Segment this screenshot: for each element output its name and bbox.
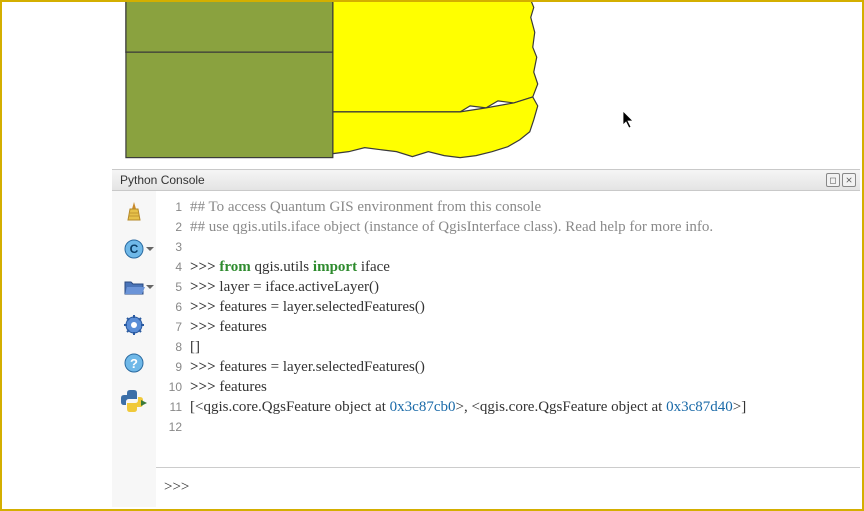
- console-toolbar: C ?: [112, 191, 156, 507]
- line-number: 4: [156, 257, 190, 277]
- console-output-area: 1## To access Quantum GIS environment fr…: [156, 191, 860, 507]
- line-number: 6: [156, 297, 190, 317]
- line-number: 3: [156, 237, 190, 257]
- svg-text:?: ?: [130, 356, 138, 371]
- python-console-titlebar[interactable]: Python Console ◻ ⨯: [112, 169, 860, 191]
- console-line: 4>>> from qgis.utils import iface: [156, 257, 850, 277]
- help-button[interactable]: ?: [120, 349, 148, 377]
- help-icon: ?: [123, 352, 145, 374]
- svg-text:C: C: [130, 242, 139, 256]
- line-number: 5: [156, 277, 190, 297]
- console-line: 1## To access Quantum GIS environment fr…: [156, 197, 850, 217]
- line-content: >>> features: [190, 377, 850, 397]
- console-input-row[interactable]: >>>: [156, 467, 860, 507]
- python-icon: [121, 390, 147, 412]
- feature-unselected-upper: [126, 2, 333, 52]
- line-content: >>> features = layer.selectedFeatures(): [190, 297, 850, 317]
- map-svg: [112, 2, 862, 169]
- console-line: 9>>> features = layer.selectedFeatures(): [156, 357, 850, 377]
- console-line: 8[]: [156, 337, 850, 357]
- console-line: 10>>> features: [156, 377, 850, 397]
- line-number: 8: [156, 337, 190, 357]
- line-number: 12: [156, 417, 190, 437]
- console-line: 6>>> features = layer.selectedFeatures(): [156, 297, 850, 317]
- console-line: 5>>> layer = iface.activeLayer(): [156, 277, 850, 297]
- c-badge-icon: C: [123, 238, 145, 260]
- line-number: 10: [156, 377, 190, 397]
- console-line: 3: [156, 237, 850, 257]
- folder-open-icon: [123, 276, 145, 298]
- console-line: 12: [156, 417, 850, 437]
- line-content: >>> from qgis.utils import iface: [190, 257, 850, 277]
- undock-button[interactable]: ◻: [826, 173, 840, 187]
- line-number: 7: [156, 317, 190, 337]
- broom-icon: [123, 200, 145, 222]
- console-input-prompt: >>>: [164, 479, 214, 496]
- console-line: 2## use qgis.utils.iface object (instanc…: [156, 217, 850, 237]
- console-output-scroll[interactable]: 1## To access Quantum GIS environment fr…: [156, 191, 860, 467]
- line-number: 1: [156, 197, 190, 217]
- settings-button[interactable]: [120, 311, 148, 339]
- line-content: >>> layer = iface.activeLayer(): [190, 277, 850, 297]
- console-line: 11[<qgis.core.QgsFeature object at 0x3c8…: [156, 397, 850, 417]
- line-content: ## To access Quantum GIS environment fro…: [190, 197, 850, 217]
- line-content: >>> features: [190, 317, 850, 337]
- import-class-button[interactable]: C: [120, 235, 148, 263]
- line-number: 9: [156, 357, 190, 377]
- clear-console-button[interactable]: [120, 197, 148, 225]
- panel-title: Python Console: [120, 173, 824, 187]
- python-console-body: C ?: [112, 191, 860, 507]
- line-content: []: [190, 337, 850, 357]
- line-number: 2: [156, 217, 190, 237]
- open-script-button[interactable]: [120, 273, 148, 301]
- close-button[interactable]: ⨯: [842, 173, 856, 187]
- console-input[interactable]: [214, 479, 852, 496]
- map-canvas[interactable]: [112, 2, 862, 169]
- show-editor-button[interactable]: [120, 387, 148, 415]
- left-empty-panel: [2, 2, 112, 509]
- console-line: 7>>> features: [156, 317, 850, 337]
- feature-unselected-lower: [126, 52, 333, 157]
- line-content: ## use qgis.utils.iface object (instance…: [190, 217, 850, 237]
- line-content: [190, 237, 850, 257]
- line-number: 11: [156, 397, 190, 417]
- line-content: [<qgis.core.QgsFeature object at 0x3c87c…: [190, 397, 850, 417]
- gear-icon: [123, 314, 145, 336]
- line-content: >>> features = layer.selectedFeatures(): [190, 357, 850, 377]
- line-content: [190, 417, 850, 437]
